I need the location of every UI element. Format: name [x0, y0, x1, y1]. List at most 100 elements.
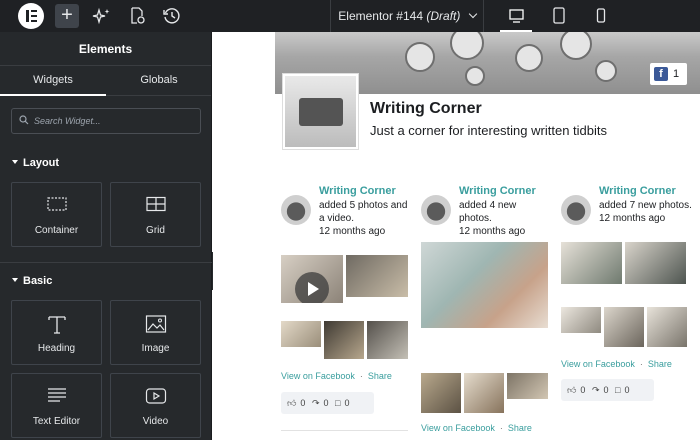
comment-icon[interactable]: □ [335, 398, 340, 408]
elementor-logo-icon[interactable] [18, 3, 44, 29]
like-count: 1 [673, 68, 680, 80]
widget-label: Image [141, 343, 170, 354]
post-author[interactable]: Writing Corner [459, 185, 536, 197]
post-time: 12 months ago [319, 226, 386, 237]
share-icon[interactable]: ↷ [312, 398, 320, 408]
post-photo[interactable] [561, 242, 622, 284]
widget-grid[interactable]: Grid [110, 182, 201, 247]
post-author[interactable]: Writing Corner [599, 185, 676, 197]
page-settings-icon[interactable] [125, 4, 149, 28]
post-time: 12 months ago [459, 226, 526, 237]
share-count: 0 [323, 398, 329, 408]
post-divider [281, 430, 408, 431]
widget-text-editor[interactable]: Text Editor [11, 373, 102, 438]
share-link[interactable]: Share [368, 371, 392, 381]
widget-image[interactable]: Image [110, 300, 201, 365]
widget-label: Heading [37, 343, 76, 354]
play-icon[interactable] [295, 272, 329, 303]
tab-globals[interactable]: Globals [106, 66, 212, 96]
panel-tabs: Widgets Globals [0, 66, 211, 96]
caret-down-icon [12, 160, 18, 164]
search-widget-field[interactable] [11, 108, 201, 134]
page-profile-picture[interactable] [283, 74, 358, 149]
comment-icon[interactable]: □ [615, 385, 620, 395]
post-photo[interactable] [464, 373, 504, 413]
view-on-facebook-link[interactable]: View on Facebook [421, 423, 495, 433]
like-count: 0 [580, 385, 586, 395]
post-photo[interactable] [421, 242, 548, 328]
post-action: added 4 new photos. 12 months ago [459, 199, 551, 238]
like-icon[interactable]: 👍︎ [567, 385, 576, 395]
post-action: added 7 new photos. 12 months ago [599, 200, 692, 224]
preview-canvas: f 1 Writing Corner Just a corner for int… [213, 32, 700, 440]
page-name[interactable]: Writing Corner [370, 100, 482, 118]
document-title: Elementor #144 [338, 9, 424, 23]
post-photo[interactable] [281, 321, 321, 347]
post-photo[interactable] [324, 321, 364, 359]
post-photo[interactable] [507, 373, 548, 399]
widget-label: Video [142, 416, 169, 427]
section-basic-header[interactable]: Basic [12, 275, 52, 287]
container-icon [46, 197, 67, 211]
sparkle-icon[interactable] [90, 4, 114, 28]
post-photo[interactable] [421, 373, 461, 413]
tablet-icon[interactable] [539, 0, 579, 32]
document-title-dropdown[interactable]: Elementor #144 (Draft) [330, 0, 484, 32]
video-icon [145, 388, 166, 404]
post-action: added 5 photos and a video. 12 months ag… [319, 200, 408, 237]
document-status: (Draft) [426, 9, 461, 23]
share-link[interactable]: Share [508, 423, 532, 433]
feed-post: Writing Corner added 4 new photos. 12 mo… [421, 185, 551, 245]
post-photo[interactable] [367, 321, 408, 359]
widget-container[interactable]: Container [11, 182, 102, 247]
feed-post: Writing Corner added 7 new photos. 12 mo… [561, 185, 696, 245]
avatar[interactable] [561, 195, 591, 225]
plus-icon[interactable]: + [55, 4, 79, 28]
grid-icon [145, 196, 166, 212]
share-icon[interactable]: ↷ [592, 385, 600, 395]
view-on-facebook-link[interactable]: View on Facebook [561, 359, 635, 369]
section-divider [0, 262, 212, 263]
comment-count: 0 [624, 385, 630, 395]
widget-label: Container [34, 225, 79, 236]
avatar[interactable] [421, 195, 451, 225]
search-input[interactable] [34, 112, 194, 130]
heading-icon [47, 316, 66, 334]
post-photo[interactable] [561, 307, 601, 333]
post-photo[interactable] [647, 307, 687, 347]
post-footer: View on Facebook · Share [281, 371, 392, 381]
image-icon [145, 315, 166, 333]
text-editor-icon [47, 388, 66, 402]
section-layout-header[interactable]: Layout [12, 157, 59, 169]
reactions-bar: 👍︎ 0 ↷ 0 □ 0 [561, 379, 654, 401]
desktop-icon[interactable] [496, 0, 536, 32]
tab-widgets[interactable]: Widgets [0, 66, 106, 96]
post-photo[interactable] [625, 242, 686, 284]
like-icon[interactable]: 👍︎ [287, 398, 296, 408]
history-icon[interactable] [160, 4, 184, 28]
top-bar: + Elementor #144 (Draft) [0, 0, 700, 32]
facebook-icon: f [654, 67, 668, 81]
post-footer: View on Facebook · Share [561, 359, 672, 369]
widget-video[interactable]: Video [110, 373, 201, 438]
widget-heading[interactable]: Heading [11, 300, 102, 365]
widget-label: Grid [146, 225, 165, 236]
like-count: 0 [300, 398, 306, 408]
comment-count: 0 [344, 398, 350, 408]
post-photo[interactable] [604, 307, 644, 347]
view-on-facebook-link[interactable]: View on Facebook [281, 371, 355, 381]
mobile-icon[interactable] [581, 0, 621, 32]
post-photo[interactable] [346, 255, 408, 297]
post-author[interactable]: Writing Corner [319, 185, 396, 197]
facebook-like-badge[interactable]: f 1 [650, 63, 687, 85]
post-footer: View on Facebook · Share [421, 423, 532, 433]
post-time: 12 months ago [599, 213, 666, 224]
search-icon [19, 115, 29, 125]
panel-title: Elements [0, 32, 211, 66]
share-link[interactable]: Share [648, 359, 672, 369]
widget-label: Text Editor [32, 416, 81, 427]
caret-down-icon [12, 278, 18, 282]
post-photo[interactable] [281, 255, 343, 303]
reactions-bar: 👍︎ 0 ↷ 0 □ 0 [281, 392, 374, 414]
avatar[interactable] [281, 195, 311, 225]
